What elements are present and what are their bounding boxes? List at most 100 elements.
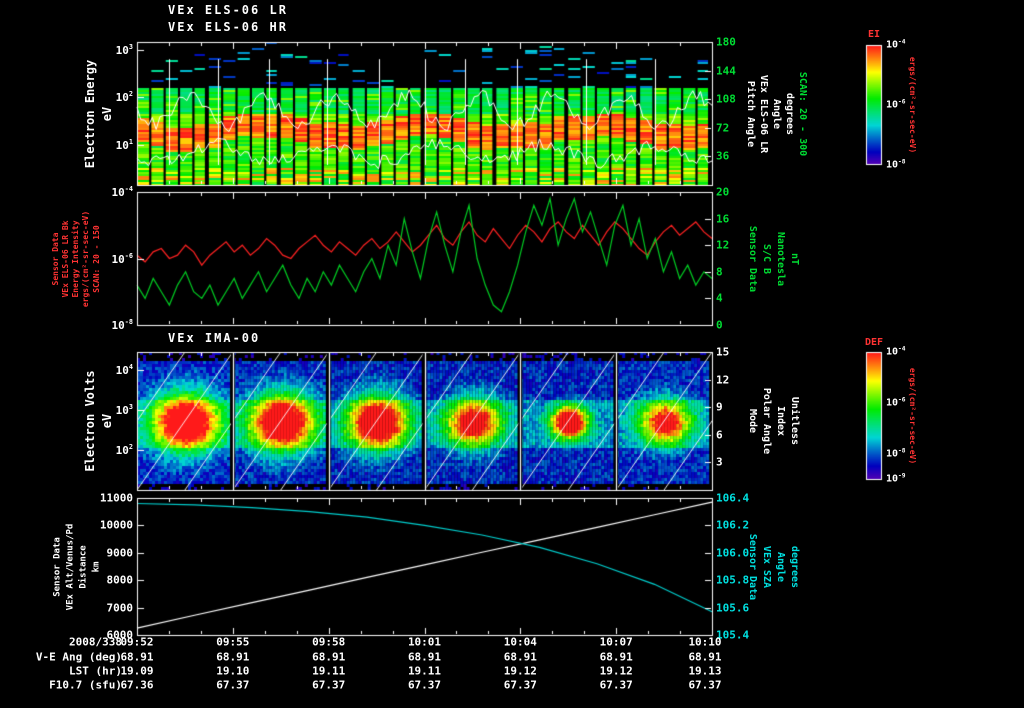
b-field-axis-label: nT	[789, 252, 800, 265]
ima-right-tick: 15	[716, 345, 730, 359]
traj-y-axis-label: Distance	[78, 544, 89, 589]
pitch-angle-axis-label: Angle	[771, 98, 782, 129]
els-left-tick: 101	[115, 138, 133, 152]
table-value: 19.11	[407, 664, 442, 677]
traj-left-tick: 10000	[99, 518, 133, 532]
polar-angle-axis-label: Unitless	[789, 396, 800, 446]
time-label: 09:52	[120, 635, 154, 649]
els-lr-title: VEx ELS-06 LR	[168, 3, 288, 17]
traj-right-tick: 105.8	[716, 573, 750, 587]
sb-left-tick: 10-8	[111, 318, 133, 332]
colorbar2-tick: 10-8	[886, 447, 906, 460]
colorbar2-tick: 10-9	[886, 472, 906, 485]
time-label: 09:58	[312, 635, 346, 649]
table-value: 19.13	[688, 664, 722, 677]
els-right-tick: 180	[716, 35, 736, 49]
table-value: 68.91	[312, 650, 346, 663]
sensor-y-axis-label: VEx ELS-06 LR Bk	[61, 219, 70, 298]
colorbar1-tick: 10-6	[886, 98, 906, 111]
table-value: 19.10	[216, 664, 250, 677]
time-label: 10:10	[688, 635, 722, 649]
table-value: 67.37	[216, 678, 250, 691]
sza-axis-label: Sensor Data	[747, 533, 758, 600]
els-right-tick: 72	[716, 121, 730, 135]
els-y-axis-label: Electron Energy	[83, 59, 97, 168]
sensor-y-axis-label: Sensor Data	[51, 232, 60, 285]
table-value: 19.09	[120, 664, 154, 677]
time-label: 10:07	[599, 635, 633, 649]
els-right-tick: 144	[716, 64, 736, 78]
b-field-axis-label: Nanotesla	[775, 231, 786, 286]
els-left-tick: 103	[115, 43, 133, 57]
sb-left-tick: 10-6	[111, 251, 133, 266]
ima-right-tick: 3	[716, 455, 723, 469]
colorbar2-label: DEF	[864, 337, 884, 348]
colorbar1-tick: 10-4	[886, 38, 906, 51]
traj-right-tick: 106.0	[716, 546, 750, 560]
time-label: 09:55	[216, 635, 250, 649]
table-value: 68.91	[216, 650, 250, 663]
sb-right-tick: 4	[716, 291, 723, 305]
els-y-axis-label: eV	[100, 106, 114, 121]
ima-left-tick: 102	[115, 443, 133, 457]
colorbar2-tick: 10-4	[886, 345, 906, 358]
vex-quicklook-plot: VEx ELS-06 LR VEx ELS-06 HR VEx IMA-00 E…	[0, 0, 1024, 708]
ima-y-axis-label: Electron Volts	[83, 370, 97, 472]
sza-axis-label: degrees	[789, 545, 800, 588]
traj-y-axis-label: VEx Alt/Venus/Pd	[65, 523, 76, 610]
polar-angle-axis-label: Index	[775, 405, 786, 437]
row-label: LST (hr)	[69, 664, 122, 677]
traj-y-axis-label: Sensor Data	[52, 536, 63, 597]
traj-right-tick: 106.4	[716, 491, 750, 505]
colorbar2-units: ergs/(cm²-sr-sec-eV)	[908, 367, 917, 465]
traj-left-tick: 9000	[106, 546, 134, 560]
pitch-angle-axis-label: VEx ELS-06 LR	[758, 74, 769, 153]
table-value: 67.37	[312, 678, 346, 691]
table-value: 67.37	[599, 678, 633, 691]
b-field-axis-label: Sensor Data	[747, 225, 758, 292]
ima-right-tick: 12	[716, 373, 730, 387]
table-value: 19.12	[599, 664, 633, 677]
traj-right-tick: 105.6	[716, 601, 750, 615]
table-value: 68.91	[503, 650, 537, 663]
pitch-angle-axis-label: Pitch Angle	[745, 80, 756, 147]
date-label: 2008/338	[69, 635, 122, 649]
els-right-tick: 108	[716, 92, 736, 106]
pitch-angle-axis-label: SCAN: 20 - 300	[797, 71, 808, 156]
pitch-angle-axis-label: degrees	[784, 92, 795, 135]
sensor-y-axis-label: ergs/(cm²-sr-sec-eV)	[81, 210, 90, 307]
sensor-y-axis-label: Energy Intensity	[71, 219, 80, 298]
sb-right-tick: 12	[716, 238, 730, 252]
colorbar1-label: EI	[867, 29, 881, 40]
table-value: 67.37	[407, 678, 442, 691]
ima-left-tick: 104	[115, 363, 133, 377]
sb-left-tick: 10-4	[111, 185, 133, 199]
b-field-axis-label: S/C B	[761, 243, 772, 274]
colorbar1-tick: 10-8	[886, 158, 906, 171]
table-value: 67.37	[688, 678, 722, 691]
ima-right-tick: 9	[716, 400, 723, 414]
polar-angle-axis-label: Mode	[747, 408, 758, 434]
table-value: 19.11	[312, 664, 346, 677]
els-right-tick: 36	[716, 149, 730, 163]
sb-right-tick: 8	[716, 265, 723, 279]
sza-axis-label: Angle	[775, 551, 786, 582]
els-hr-title: VEx ELS-06 HR	[168, 20, 288, 34]
row-label: V-E Ang (deg)	[35, 650, 122, 663]
table-value: 68.91	[688, 650, 722, 663]
colorbar2-tick: 10-6	[886, 396, 906, 409]
table-value: 67.37	[503, 678, 537, 691]
row-label: F10.7 (sfu)	[49, 678, 122, 691]
ima-title: VEx IMA-00	[168, 331, 261, 345]
sb-right-tick: 16	[716, 212, 730, 226]
traj-left-tick: 8000	[106, 573, 134, 587]
table-value: 68.91	[407, 650, 442, 663]
time-label: 10:01	[407, 635, 442, 649]
table-value: 67.36	[120, 678, 154, 691]
traj-right-tick: 106.2	[716, 518, 750, 532]
sza-axis-label: VEx SZA	[761, 545, 772, 588]
sb-right-tick: 20	[716, 185, 730, 199]
traj-y-axis-label: km	[91, 561, 102, 572]
els-left-tick: 102	[115, 90, 133, 104]
time-label: 10:04	[503, 635, 537, 649]
